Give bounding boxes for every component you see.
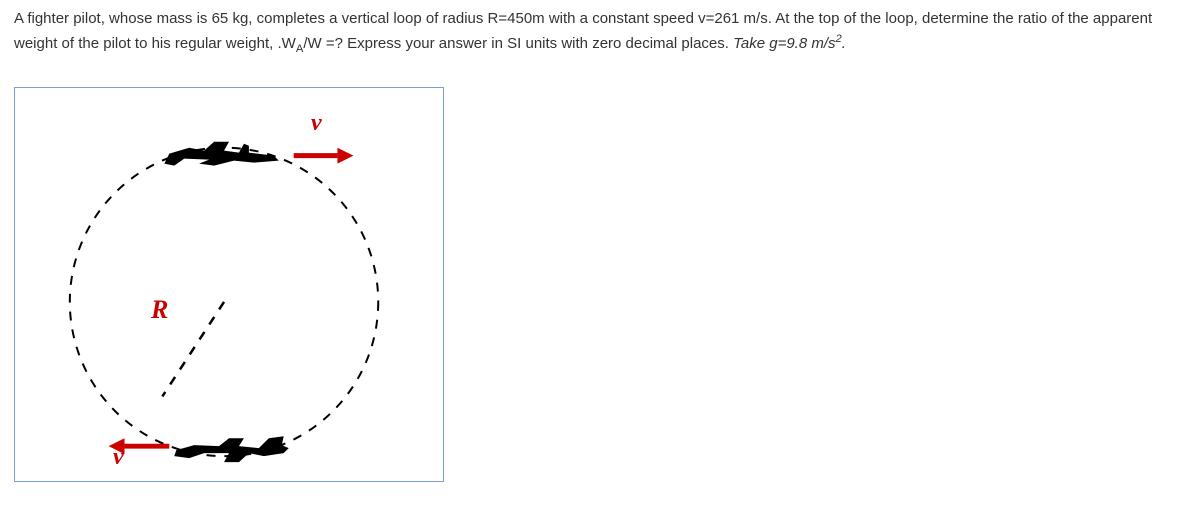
velocity-label-bottom: v [113,444,124,471]
radius-label: R [151,295,168,325]
question-part2: /W =? Express your answer in SI units wi… [303,35,733,52]
question-part3: . [842,35,846,52]
jet-bottom-icon [174,437,288,463]
question-text: A fighter pilot, whose mass is 65 kg, co… [14,8,1186,57]
question-italic1: Take g=9.8 m/s [733,35,835,52]
loop-diagram-svg [15,88,443,481]
loop-circle [70,148,378,456]
velocity-label-top: v [311,110,322,137]
diagram-container: v R v [14,87,444,482]
jet-top-icon [164,142,278,166]
velocity-arrow-top-icon [294,148,354,164]
radius-line [162,302,224,397]
